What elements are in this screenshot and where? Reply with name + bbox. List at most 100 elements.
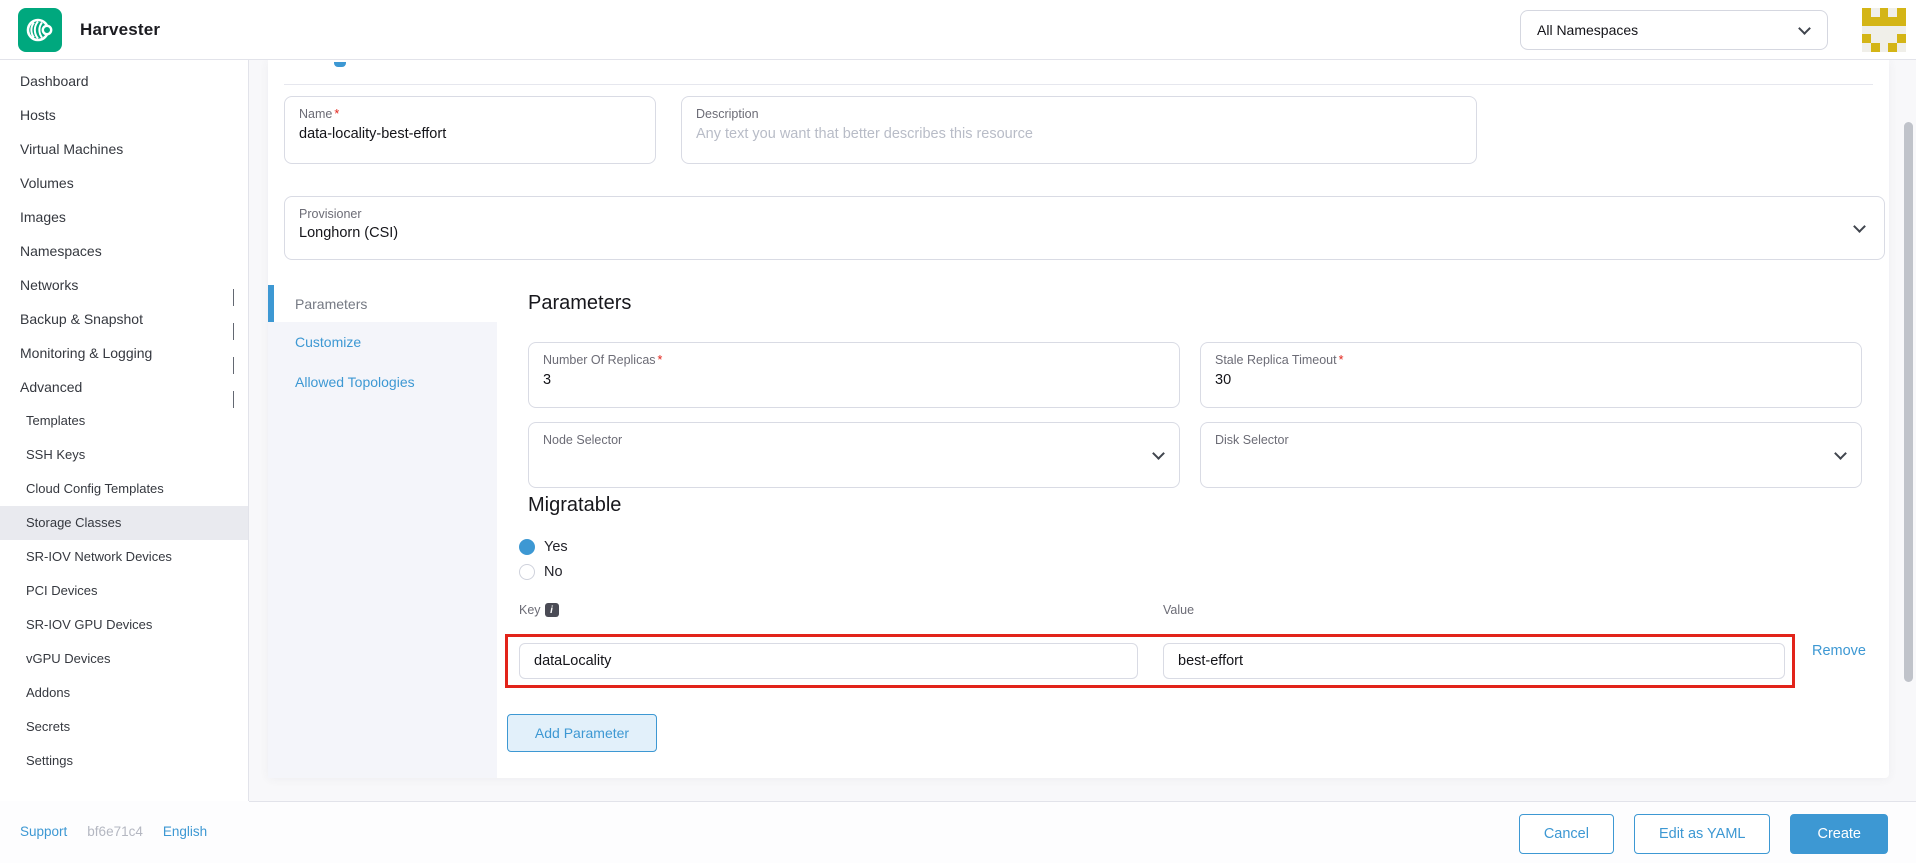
tab-label: Allowed Topologies (295, 374, 415, 390)
sidebar-item-label: SSH Keys (26, 447, 86, 462)
disk-selector-select[interactable]: Disk Selector (1200, 422, 1862, 488)
sidebar-item-pci-devices[interactable]: PCI Devices (0, 574, 248, 608)
sidebar-item-namespaces[interactable]: Namespaces (0, 234, 248, 268)
tab-allowed-topologies[interactable]: Allowed Topologies (268, 362, 497, 402)
chevron-down-icon (1152, 447, 1165, 460)
sidebar-item-label: SR-IOV GPU Devices (26, 617, 153, 632)
number-of-replicas-input[interactable] (543, 372, 1165, 388)
sidebar-item-sriov-gpu-devices[interactable]: SR-IOV GPU Devices (0, 608, 248, 642)
sidebar-item-monitoring-logging[interactable]: Monitoring & Logging (0, 336, 248, 374)
tab-parameters[interactable]: Parameters (268, 285, 497, 322)
stale-replica-timeout-label: Stale Replica Timeout * (1215, 353, 1344, 367)
tab-customize[interactable]: Customize (268, 322, 497, 362)
sidebar-item-label: SR-IOV Network Devices (26, 549, 172, 564)
avatar-pixel (1879, 8, 1889, 17)
divider (249, 801, 1916, 802)
sidebar-item-label: Namespaces (20, 243, 102, 259)
tab-label: Customize (295, 334, 362, 350)
sidebar-item-addons[interactable]: Addons (0, 676, 248, 710)
harvester-logo-icon[interactable] (18, 8, 62, 52)
avatar-pixel (1871, 34, 1880, 43)
radio-selected-icon (519, 539, 535, 555)
sidebar-item-label: PCI Devices (26, 583, 98, 598)
sidebar-item-label: Volumes (20, 175, 74, 191)
avatar-pixel (1870, 43, 1880, 52)
sidebar-item-images[interactable]: Images (0, 200, 248, 234)
harvester-wheel-glyph (26, 18, 53, 42)
avatar-pixel (1870, 16, 1880, 26)
description-input[interactable] (696, 126, 1462, 142)
support-link[interactable]: Support (20, 824, 67, 839)
top-bar: Harvester All Namespaces (0, 0, 1916, 60)
avatar-pixel (1862, 16, 1871, 26)
parameters-heading: Parameters (528, 292, 632, 314)
avatar-pixel (1871, 26, 1880, 35)
name-input[interactable] (299, 126, 641, 142)
info-icon[interactable]: i (544, 603, 559, 617)
sidebar-item-hosts[interactable]: Hosts (0, 98, 248, 132)
avatar-pixel (1871, 8, 1880, 17)
stale-replica-timeout-input[interactable] (1215, 372, 1847, 388)
stale-replica-timeout-field: Stale Replica Timeout * (1200, 342, 1862, 408)
avatar-pixel (1880, 26, 1889, 35)
add-parameter-button[interactable]: Add Parameter (507, 714, 657, 752)
language-link[interactable]: English (163, 824, 207, 839)
avatar-pixel (1880, 43, 1889, 52)
sidebar-item-networks[interactable]: Networks (0, 268, 248, 306)
sidebar-item-sriov-network-devices[interactable]: SR-IOV Network Devices (0, 540, 248, 574)
namespace-selector[interactable]: All Namespaces (1520, 10, 1828, 50)
sidebar-item-label: Networks (20, 277, 79, 293)
sidebar-item-dashboard[interactable]: Dashboard (0, 64, 248, 98)
name-field-label: Name * (299, 107, 340, 121)
sidebar-item-label: Addons (26, 685, 71, 700)
sidebar-item-label: vGPU Devices (26, 651, 111, 666)
key-column-label: Key i (519, 603, 559, 617)
provisioner-label: Provisioner (299, 207, 362, 221)
avatar-pixel (1880, 34, 1889, 43)
parameter-key-input[interactable] (519, 643, 1138, 679)
required-asterisk: * (334, 107, 340, 121)
user-avatar[interactable] (1862, 8, 1906, 52)
disk-selector-label: Disk Selector (1215, 433, 1289, 447)
sidebar-item-cloud-config-templates[interactable]: Cloud Config Templates (0, 472, 248, 506)
create-button[interactable]: Create (1790, 814, 1888, 854)
name-field: Name * (284, 96, 656, 164)
sidebar-item-label: Monitoring & Logging (20, 345, 153, 361)
chevron-down-icon (1798, 21, 1811, 35)
sidebar-item-virtual-machines[interactable]: Virtual Machines (0, 132, 248, 166)
vertical-scrollbar[interactable] (1904, 122, 1913, 682)
provisioner-select[interactable]: Provisioner Longhorn (CSI) (284, 196, 1885, 260)
remove-parameter-link[interactable]: Remove (1812, 643, 1866, 659)
migratable-radio-no[interactable]: No (519, 563, 563, 581)
avatar-pixel (1879, 16, 1889, 26)
node-selector-select[interactable]: Node Selector (528, 422, 1180, 488)
migratable-radio-yes[interactable]: Yes (519, 538, 568, 556)
avatar-pixel (1897, 43, 1906, 52)
sidebar-item-label: Settings (26, 753, 73, 768)
avatar-pixel (1888, 43, 1898, 52)
sidebar-item-storage-classes[interactable]: Storage Classes (0, 506, 248, 540)
node-selector-label: Node Selector (543, 433, 623, 447)
sidebar-item-label: Cloud Config Templates (26, 481, 164, 496)
sidebar-item-secrets[interactable]: Secrets (0, 710, 248, 744)
sidebar-item-label: Backup & Snapshot (20, 311, 143, 327)
avatar-pixel (1888, 34, 1897, 43)
migratable-heading: Migratable (528, 494, 622, 516)
sidebar-item-backup-snapshot[interactable]: Backup & Snapshot (0, 302, 248, 340)
cancel-button[interactable]: Cancel (1518, 814, 1614, 854)
build-hash: bf6e71c4 (87, 824, 143, 839)
sidebar-item-ssh-keys[interactable]: SSH Keys (0, 438, 248, 472)
parameter-value-input[interactable] (1163, 643, 1785, 679)
avatar-pixel (1888, 26, 1897, 35)
sidebar-item-templates[interactable]: Templates (0, 404, 248, 438)
avatar-pixel (1897, 26, 1906, 35)
sidebar-item-volumes[interactable]: Volumes (0, 166, 248, 200)
edit-as-yaml-button[interactable]: Edit as YAML (1633, 814, 1771, 854)
key-label-text: Key (519, 603, 541, 617)
sidebar-item-settings[interactable]: Settings (0, 744, 248, 778)
radio-label: No (544, 564, 563, 580)
number-of-replicas-label: Number Of Replicas * (543, 353, 663, 367)
sidebar-item-advanced[interactable]: Advanced (0, 370, 248, 408)
sidebar-item-vgpu-devices[interactable]: vGPU Devices (0, 642, 248, 676)
sidebar-item-label: Dashboard (20, 73, 89, 89)
